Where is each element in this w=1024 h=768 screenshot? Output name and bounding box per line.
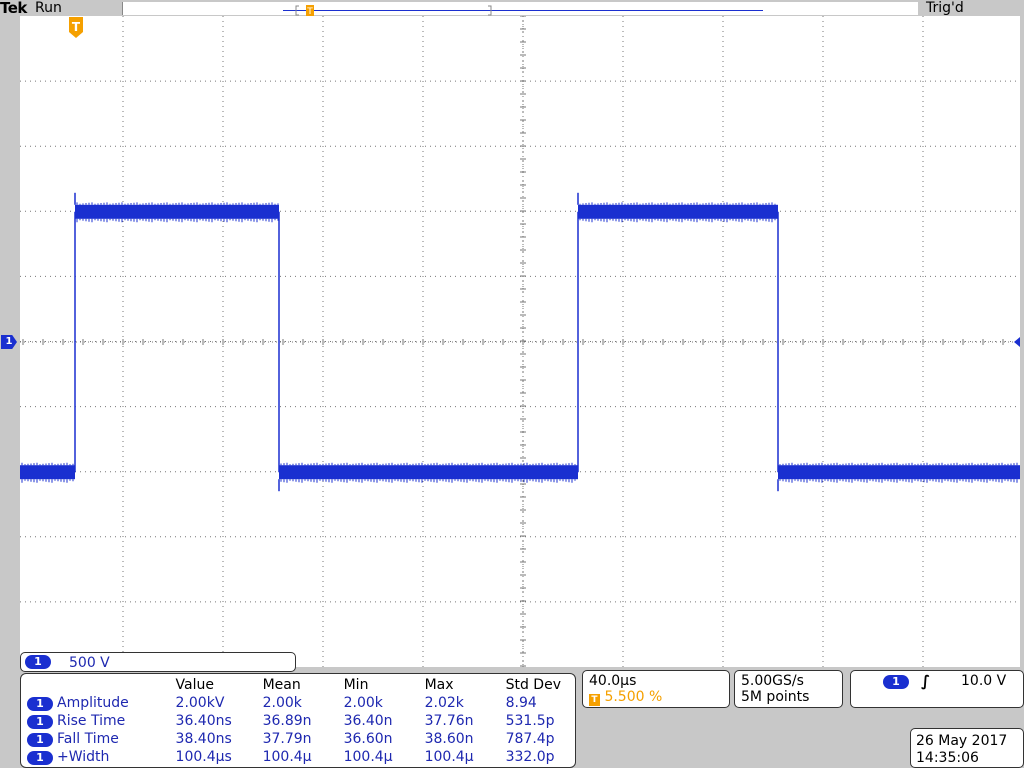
- measurement-min: 100.4µ: [343, 749, 393, 765]
- graticule-display[interactable]: T: [20, 16, 1020, 667]
- measurement-mean: 100.4µ: [262, 749, 312, 765]
- measurement-max: 100.4µ: [424, 749, 474, 765]
- trigger-source-badge: 1: [883, 675, 909, 689]
- acquisition-state: Run: [35, 0, 62, 16]
- waveform-segment: [75, 204, 279, 219]
- measurement-row[interactable]: 1 Amplitude 2.00kV 2.00k 2.00k 2.02k 8.94: [27, 694, 575, 712]
- record-view-strip[interactable]: T: [122, 2, 918, 17]
- channel-badge: 1: [27, 715, 53, 729]
- time: 14:35:06: [916, 750, 979, 766]
- measurement-std: 8.94: [505, 695, 537, 711]
- measurement-max: 38.60n: [424, 731, 474, 747]
- trigger-status: Trig'd: [926, 0, 964, 16]
- measurement-table: Value Mean Min Max Std Dev 1 Amplitude 2.0…: [27, 676, 575, 766]
- col-header-std-dev: Std Dev: [505, 677, 561, 693]
- measurement-mean: 36.89n: [262, 713, 312, 729]
- measurement-row[interactable]: 1 +Width 100.4µs 100.4µ 100.4µ 100.4µ 332.0p: [27, 748, 575, 766]
- measurement-value: 36.40ns: [175, 713, 232, 729]
- trigger-position-value: 5.500 %: [604, 689, 663, 705]
- date: 26 May 2017: [916, 733, 1008, 749]
- trigger-level: 10.0 V: [961, 673, 1007, 689]
- measurement-mean: 37.79n: [262, 731, 312, 747]
- trigger-level-marker[interactable]: [1014, 337, 1020, 347]
- col-header-max: Max: [424, 677, 454, 693]
- measurement-row[interactable]: 1 Fall Time 38.40ns 37.79n 36.60n 38.60n 787.4…: [27, 730, 575, 748]
- measurement-min: 36.60n: [343, 731, 393, 747]
- measurement-std: 332.0p: [505, 749, 555, 765]
- waveform-plot: T: [20, 16, 1020, 667]
- channel1-scale-readout[interactable]: 1 500 V: [20, 652, 296, 672]
- measurement-std: 787.4p: [505, 731, 555, 747]
- trigger-position-readout: T 5.500 %: [589, 689, 662, 706]
- waveform-segment: [778, 465, 1020, 480]
- channel1-badge: 1: [25, 655, 51, 669]
- acquisition-readout[interactable]: 5.00GS/s 5M points: [734, 670, 843, 708]
- measurement-mean: 2.00k: [262, 695, 302, 711]
- time-per-division: 40.0µs: [589, 673, 637, 689]
- measurement-value: 38.40ns: [175, 731, 232, 747]
- status-bar: Tek Run T Trig'd: [0, 0, 1024, 17]
- waveform-segment: [578, 204, 778, 219]
- measurement-std: 531.5p: [505, 713, 555, 729]
- horizontal-readout[interactable]: 40.0µs T 5.500 %: [582, 670, 730, 708]
- waveform-segment: [20, 465, 75, 480]
- measurement-name: Amplitude: [57, 695, 129, 711]
- trigger-position-marker-label: T: [72, 20, 81, 34]
- channel1-scale: 500 V: [69, 655, 110, 671]
- brand-logo: Tek: [0, 0, 27, 17]
- col-header-min: Min: [343, 677, 369, 693]
- measurement-row[interactable]: 1 Rise Time 36.40ns 36.89n 36.40n 37.76n 531.5…: [27, 712, 575, 730]
- measurement-value: 100.4µs: [175, 749, 232, 765]
- col-header-mean: Mean: [262, 677, 301, 693]
- timestamp-readout: 26 May 2017 14:35:06: [910, 728, 1024, 768]
- measurement-max: 37.76n: [424, 713, 474, 729]
- measurement-name: +Width: [57, 749, 110, 765]
- rising-edge-icon: ∫: [921, 672, 931, 690]
- sample-rate: 5.00GS/s: [741, 673, 804, 689]
- channel1-marker-icon[interactable]: 1: [1, 335, 17, 349]
- trigger-position-icon: T: [589, 694, 600, 706]
- measurement-value: 2.00kV: [175, 695, 225, 711]
- measurement-min: 2.00k: [343, 695, 383, 711]
- measurement-name: Rise Time: [57, 713, 126, 729]
- measurement-name: Fall Time: [57, 731, 119, 747]
- channel-badge: 1: [27, 697, 53, 711]
- channel-badge: 1: [27, 733, 53, 747]
- channel-badge: 1: [27, 751, 53, 765]
- measurement-panel[interactable]: Value Mean Min Max Std Dev 1 Amplitude 2.0…: [20, 673, 576, 768]
- measurement-max: 2.02k: [424, 695, 464, 711]
- col-header-value: Value: [175, 677, 214, 693]
- waveform-segment: [279, 465, 578, 480]
- measurement-min: 36.40n: [343, 713, 393, 729]
- trigger-readout[interactable]: 1 ∫ 10.0 V: [850, 670, 1024, 708]
- record-length: 5M points: [741, 689, 810, 705]
